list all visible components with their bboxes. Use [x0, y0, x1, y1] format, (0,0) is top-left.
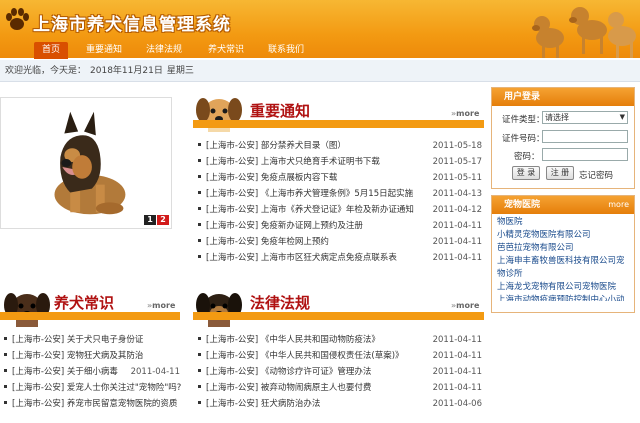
- hospital-item[interactable]: 上海龙戈宠物有限公司宠物医院: [497, 281, 629, 294]
- laws-more-link[interactable]: »more: [451, 301, 479, 310]
- hospitals-more-link[interactable]: more: [608, 196, 629, 214]
- hospitals-header: 宠物医院 more: [492, 196, 634, 214]
- cert-type-label: 证件类型：: [502, 115, 545, 125]
- knowledge-divider: [0, 312, 180, 320]
- hospitals-box: 宠物医院 more 物医院 小精灵宠物医院有限公司 芭芭拉宠物有限公司 上海申丰…: [491, 195, 635, 313]
- knowledge-item[interactable]: [上海市-公安] 关于犬只电子身份证: [2, 332, 182, 348]
- password-label: 密码：: [514, 152, 540, 162]
- welcome-bar: 欢迎光临，今天是： 2018年11月21日 星期三: [0, 60, 640, 82]
- slideshow-pager: 1 2: [144, 215, 169, 225]
- notice-item[interactable]: [上海市-公安] 免疫新办证网上预约及注册 2011-04-11: [196, 218, 484, 234]
- knowledge-item[interactable]: [上海市-公安] 爱宠人士你关注过"宠物险"吗?: [2, 380, 182, 396]
- welcome-date: 2018年11月21日: [90, 66, 163, 76]
- chevron-down-icon: ▼: [619, 113, 625, 121]
- knowledge-item[interactable]: [上海市-公安] 宠物狂犬病及其防治: [2, 348, 182, 364]
- notice-item[interactable]: [上海市-公安] 上海市《养犬登记证》年检及新办证通知 2011-04-12: [196, 202, 484, 218]
- hospital-item[interactable]: 上海市动物疫病预防控制中心小动物: [497, 294, 629, 301]
- notice-item[interactable]: [上海市-公安] 免疫年检网上预约 2011-04-11: [196, 234, 484, 250]
- slideshow-page-2[interactable]: 2: [157, 215, 169, 225]
- nav-item-home[interactable]: 首页: [34, 42, 68, 59]
- notice-item[interactable]: [上海市-公安] 免疫点展板内容下载 2011-05-11: [196, 170, 484, 186]
- knowledge-title: 养犬常识: [54, 294, 115, 312]
- nav-item-knowledge[interactable]: 养犬常识: [202, 42, 250, 59]
- german-shepherd-image: [54, 111, 126, 215]
- notices-list: [上海市-公安] 部分禁养犬目录（图） 2011-05-18 [上海市-公安] 上…: [196, 138, 484, 266]
- puppy-knowledge-icon: [4, 293, 50, 327]
- hospital-item[interactable]: 上海申丰畜牧兽医科技有限公司宠物诊所: [497, 255, 629, 281]
- hospitals-title: 宠物医院: [504, 200, 541, 210]
- cert-type-select[interactable]: 请选择 ▼: [542, 111, 628, 124]
- main-nav: 首页 重要通知 法律法规 养犬常识 联系我们: [0, 40, 640, 59]
- nav-item-laws[interactable]: 法律法规: [140, 42, 188, 59]
- notice-item[interactable]: [上海市-公安] 部分禁养犬目录（图） 2011-05-18: [196, 138, 484, 154]
- puppy-laws-icon: [196, 293, 242, 327]
- paw-logo-icon: [6, 8, 29, 30]
- law-item[interactable]: [上海市-公安] 《中华人民共和国侵权责任法(草案)》 2011-04-11: [196, 348, 484, 364]
- law-item[interactable]: [上海市-公安] 被弃动物闹病原主人也要付费 2011-04-11: [196, 380, 484, 396]
- knowledge-more-link[interactable]: »more: [147, 301, 175, 310]
- notice-item[interactable]: [上海市-公安] 上海市犬只绝育手术证明书下载 2011-05-17: [196, 154, 484, 170]
- laws-divider: [193, 312, 484, 320]
- laws-list: [上海市-公安] 《中华人民共和国动物防疫法》 2011-04-11 [上海市-公…: [196, 332, 484, 412]
- law-item[interactable]: [上海市-公安] 《动物诊疗许可证》管理办法 2011-04-11: [196, 364, 484, 380]
- slideshow: 1 2: [0, 97, 172, 229]
- cert-no-label: 证件号码：: [502, 134, 545, 144]
- notices-title: 重要通知: [250, 102, 311, 120]
- knowledge-item[interactable]: [上海市-公安] 关于细小病毒 2011-04-11: [2, 364, 182, 380]
- knowledge-item[interactable]: [上海市-公安] 养宠市民留意宠物医院的资质: [2, 396, 182, 412]
- forgot-password-link[interactable]: 忘记密码: [579, 169, 613, 181]
- knowledge-list: [上海市-公安] 关于犬只电子身份证 [上海市-公安] 宠物狂犬病及其防治 [上…: [2, 332, 182, 412]
- notice-item[interactable]: [上海市-公安] 《上海市养犬管理条例》5月15日起实施 2011-04-13: [196, 186, 484, 202]
- hospitals-list: 物医院 小精灵宠物医院有限公司 芭芭拉宠物有限公司 上海申丰畜牧兽医科技有限公司…: [497, 216, 629, 301]
- welcome-weekday: 星期三: [166, 66, 194, 76]
- login-title: 用户登录: [492, 88, 634, 106]
- slideshow-page-1[interactable]: 1: [144, 215, 156, 225]
- hospital-item[interactable]: 芭芭拉宠物有限公司: [497, 242, 629, 255]
- welcome-greeting: 欢迎光临，今天是：: [5, 66, 87, 76]
- login-button[interactable]: 登 录: [512, 166, 540, 180]
- law-item[interactable]: [上海市-公安] 《中华人民共和国动物防疫法》 2011-04-11: [196, 332, 484, 348]
- notices-divider: [193, 120, 484, 128]
- more-arrow-icon: »: [451, 301, 456, 310]
- more-arrow-icon: »: [451, 109, 456, 118]
- site-title: 上海市养犬信息管理系统: [33, 15, 231, 35]
- nav-item-contact[interactable]: 联系我们: [262, 42, 310, 59]
- law-item[interactable]: [上海市-公安] 狂犬病防治办法 2011-04-06: [196, 396, 484, 412]
- register-button[interactable]: 注 册: [546, 166, 574, 180]
- cert-no-input[interactable]: [542, 130, 628, 143]
- hospital-item[interactable]: 物医院: [497, 216, 629, 229]
- hospital-item[interactable]: 小精灵宠物医院有限公司: [497, 229, 629, 242]
- notice-item[interactable]: [上海市-公安] 上海市市区狂犬病定点免疫点联系表 2011-04-11: [196, 250, 484, 266]
- nav-item-notices[interactable]: 重要通知: [80, 42, 128, 59]
- login-box: 用户登录 证件类型： 请选择 ▼ 证件号码： 密码： 登 录 注 册 忘记密码: [491, 87, 635, 189]
- more-arrow-icon: »: [147, 301, 152, 310]
- laws-title: 法律法规: [250, 294, 311, 312]
- password-input[interactable]: [542, 148, 628, 161]
- notices-more-link[interactable]: »more: [451, 109, 479, 118]
